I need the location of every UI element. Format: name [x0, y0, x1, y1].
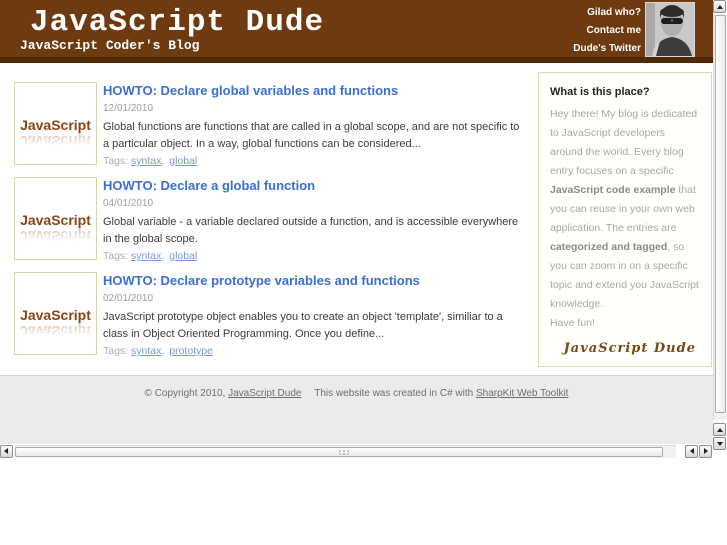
post-body: HOWTO: Declare prototype variables and f… — [103, 272, 527, 358]
scrollbar-grip-icon — [338, 449, 341, 452]
post-thumbnail[interactable]: JavaScript JavaScript — [14, 82, 97, 165]
post-excerpt: Global variable - a variable declared ou… — [103, 216, 519, 245]
thumbnail-text: JavaScript — [20, 211, 91, 228]
post-title-link[interactable]: HOWTO: Declare prototype variables and f… — [103, 273, 527, 289]
post-title-link[interactable]: HOWTO: Declare a global function — [103, 178, 527, 194]
thumbnail-reflection: JavaScript — [20, 132, 91, 149]
tags-label: Tags: — [103, 250, 129, 262]
post-excerpt: JavaScript prototype object enables you … — [103, 311, 503, 340]
tags-label: Tags: — [103, 345, 129, 357]
about-text-bold: categorized and tagged — [550, 241, 668, 253]
nav-link-dudes-twitter[interactable]: Dude's Twitter — [573, 40, 641, 57]
dude-photo-graphic — [646, 3, 694, 56]
tag-link-syntax[interactable]: syntax — [131, 345, 161, 357]
thumbnail-text: JavaScript — [20, 306, 91, 323]
horizontal-scrollbar-thumb[interactable] — [14, 446, 663, 457]
tag-separator: , — [161, 250, 165, 262]
site-header: JavaScript Dude JavaScript Coder's Blog … — [0, 0, 713, 57]
scroll-left-button[interactable] — [0, 444, 13, 458]
signature: JavaScript Dude — [563, 341, 696, 356]
post-tags: Tags: syntax, global — [103, 249, 527, 263]
blog-post: JavaScript JavaScript HOWTO: Declare pro… — [14, 272, 538, 358]
blog-post: JavaScript JavaScript HOWTO: Declare a g… — [14, 177, 538, 263]
post-date: 02/01/2010 — [103, 293, 154, 304]
post-body: HOWTO: Declare global variables and func… — [103, 82, 527, 168]
post-tags: Tags: syntax, global — [103, 154, 527, 168]
post-date: 12/01/2010 — [103, 103, 154, 114]
tag-link-syntax[interactable]: syntax — [131, 250, 161, 262]
created-with-text: This website was created in C# with — [314, 388, 474, 399]
about-box-title: What is this place? — [550, 86, 650, 98]
footer-link-javascript-dude[interactable]: JavaScript Dude — [228, 388, 301, 399]
about-box: What is this place? Hey there! My blog i… — [538, 72, 712, 367]
post-tags: Tags: syntax, prototype — [103, 344, 527, 358]
vertical-scrollbar-thumb[interactable] — [715, 15, 726, 413]
scroll-down-button[interactable] — [713, 437, 726, 450]
footer-link-sharpkit[interactable]: SharpKit Web Toolkit — [476, 388, 568, 399]
tag-link-global[interactable]: global — [169, 155, 197, 167]
vertical-scrollbar-track[interactable] — [713, 14, 727, 420]
horizontal-scrollbar[interactable] — [0, 444, 713, 458]
site-footer: © Copyright 2010, JavaScript Dude This w… — [0, 375, 713, 444]
tag-link-syntax[interactable]: syntax — [131, 155, 161, 167]
horizontal-scrollbar-track[interactable] — [13, 444, 676, 458]
post-title-link[interactable]: HOWTO: Declare global variables and func… — [103, 83, 527, 99]
vertical-scrollbar[interactable] — [713, 0, 727, 458]
arrow-up-icon — [716, 427, 723, 432]
arrow-down-icon — [716, 441, 723, 446]
arrow-right-icon — [703, 448, 708, 454]
tag-link-global[interactable]: global — [169, 250, 197, 262]
thumbnail-text: JavaScript — [20, 116, 91, 133]
about-closing: Have fun! — [550, 317, 595, 329]
tag-separator: , — [161, 155, 165, 167]
vertical-scrollbar-buttons — [713, 423, 726, 451]
thumbnail-reflection: JavaScript — [20, 227, 91, 244]
dude-photo — [645, 2, 695, 57]
about-box-text: Hey there! My blog is dedicated to JavaS… — [550, 105, 700, 314]
page: JavaScript Dude JavaScript Coder's Blog … — [0, 0, 713, 444]
scroll-up-button-bottom[interactable] — [713, 423, 726, 436]
post-thumbnail[interactable]: JavaScript JavaScript — [14, 272, 97, 355]
arrow-up-icon — [716, 4, 723, 9]
nav-link-contact-me[interactable]: Contact me — [573, 22, 641, 40]
main-content: JavaScript JavaScript HOWTO: Declare glo… — [0, 63, 713, 375]
browser-viewport: JavaScript Dude JavaScript Coder's Blog … — [0, 0, 727, 545]
blog-post: JavaScript JavaScript HOWTO: Declare glo… — [14, 82, 538, 168]
arrow-left-icon — [689, 448, 694, 454]
about-text-part: Hey there! My blog is dedicated to JavaS… — [550, 108, 698, 177]
copyright-text: © Copyright 2010, — [144, 388, 226, 399]
post-body: HOWTO: Declare a global function 04/01/2… — [103, 177, 527, 263]
tags-label: Tags: — [103, 155, 129, 167]
tag-link-prototype[interactable]: prototype — [169, 345, 213, 357]
tag-separator: , — [161, 345, 165, 357]
header-nav: Gilad who? Contact me Dude's Twitter — [573, 4, 641, 57]
post-date: 04/01/2010 — [103, 198, 154, 209]
about-text-bold: JavaScript code example — [550, 184, 676, 196]
horizontal-scrollbar-buttons — [685, 444, 713, 458]
arrow-left-icon — [4, 448, 9, 454]
thumbnail-reflection: JavaScript — [20, 322, 91, 339]
post-thumbnail[interactable]: JavaScript JavaScript — [14, 177, 97, 260]
post-list: JavaScript JavaScript HOWTO: Declare glo… — [0, 63, 538, 375]
scroll-up-button[interactable] — [713, 0, 726, 13]
post-excerpt: Global functions are functions that are … — [103, 121, 520, 150]
nav-link-gilad-who[interactable]: Gilad who? — [573, 4, 641, 22]
scroll-right-button[interactable] — [699, 444, 712, 458]
scroll-left-button-right[interactable] — [685, 444, 698, 458]
